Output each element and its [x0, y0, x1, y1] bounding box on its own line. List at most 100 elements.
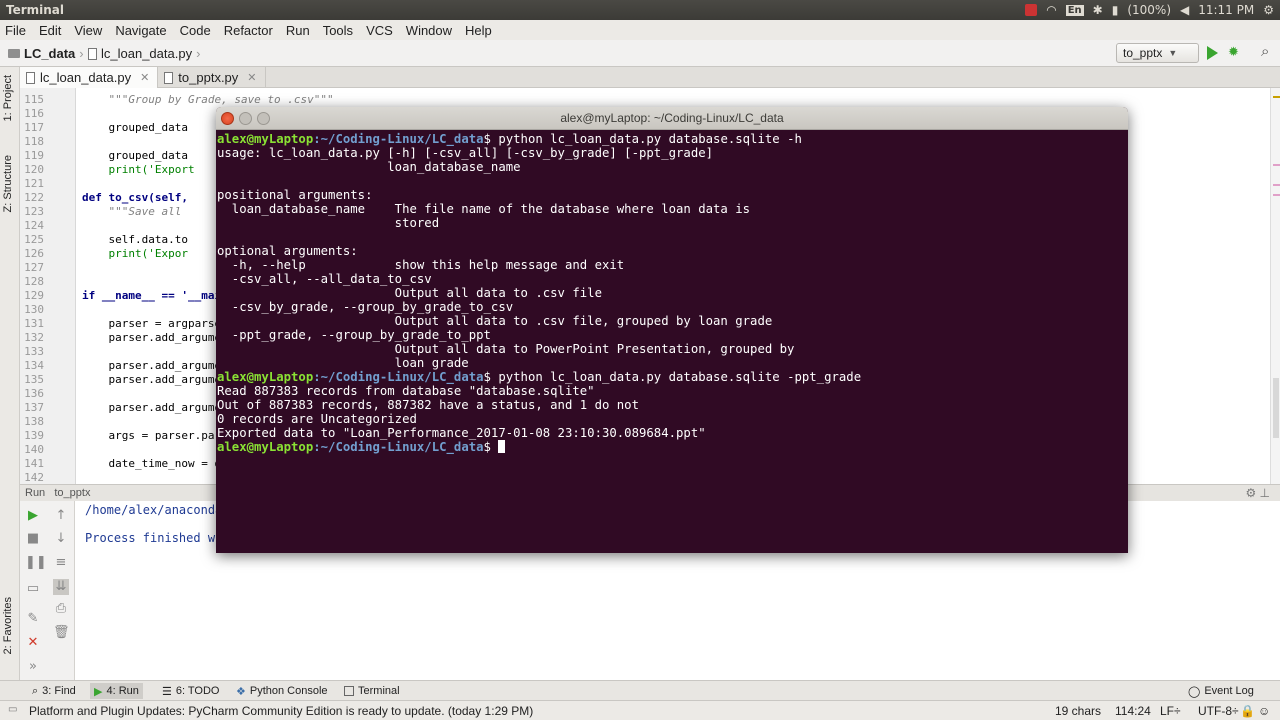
- bluetooth-icon[interactable]: ✱: [1093, 3, 1103, 17]
- terminal-tool-label: Terminal: [358, 685, 400, 697]
- terminal-icon: [344, 686, 354, 696]
- python-icon: ❖: [236, 685, 246, 698]
- terminal-output-line: 0 records are Uncategorized: [217, 412, 417, 426]
- tab-lc-loan-data[interactable]: lc_loan_data.py ✕: [20, 67, 159, 88]
- wifi-icon[interactable]: ◠: [1046, 3, 1056, 17]
- tool-window-bar: ⌕ 3: Find ▶ 4: Run ☰ 6: TODO ❖ Python Co…: [0, 680, 1280, 700]
- down-arrow-icon[interactable]: ↓: [53, 531, 69, 547]
- pause-icon[interactable]: ❚❚: [25, 555, 47, 571]
- todo-list-icon: ☰: [162, 685, 172, 698]
- line-number: 141: [24, 457, 44, 470]
- breadcrumb-file[interactable]: lc_loan_data.py ›: [88, 46, 200, 61]
- battery-level[interactable]: (100%): [1127, 3, 1171, 17]
- line-number: 126: [24, 247, 44, 260]
- error-stripe-marker[interactable]: [1273, 194, 1280, 196]
- volume-icon[interactable]: ◀: [1180, 3, 1189, 17]
- structure-tool-tab[interactable]: Z: Structure: [2, 155, 14, 212]
- line-number: 119: [24, 149, 44, 162]
- terminal-output-line: Out of 887383 records, 887382 have a sta…: [217, 398, 639, 412]
- prompt-path: :~/Coding-Linux/LC_data: [313, 440, 484, 454]
- editor-tabs: lc_loan_data.py ✕ to_pptx.py ✕: [20, 67, 1280, 88]
- record-icon[interactable]: [1025, 4, 1038, 16]
- keyboard-layout-indicator[interactable]: En: [1065, 4, 1084, 16]
- more-icon[interactable]: »: [25, 659, 41, 675]
- terminal-output-line: Read 887383 records from database "datab…: [217, 384, 595, 398]
- menu-tools[interactable]: Tools: [323, 23, 353, 38]
- find-tool-tab[interactable]: ⌕ 3: Find: [28, 683, 80, 699]
- menu-view[interactable]: View: [74, 23, 102, 38]
- restore-layout-icon[interactable]: ▭: [25, 581, 41, 597]
- close-tab-icon[interactable]: ✕: [140, 71, 149, 84]
- up-arrow-icon[interactable]: ↑: [53, 508, 69, 524]
- close-icon[interactable]: ✕: [25, 635, 41, 651]
- soft-wrap-icon[interactable]: ≡: [53, 555, 69, 571]
- inspector-icon[interactable]: ☺: [1258, 704, 1270, 718]
- menu-navigate[interactable]: Navigate: [115, 23, 166, 38]
- scrollbar-thumb[interactable]: [1273, 378, 1279, 438]
- debug-bug-icon[interactable]: ✹: [1228, 44, 1239, 60]
- prompt-path: :~/Coding-Linux/LC_data: [313, 370, 484, 384]
- active-app-title: Terminal: [6, 3, 65, 17]
- python-file-icon: [88, 47, 97, 60]
- project-tool-tab[interactable]: 1: Project: [2, 75, 14, 121]
- run-configuration-select[interactable]: to_pptx ▼: [1116, 43, 1199, 63]
- battery-icon[interactable]: ▮: [1112, 3, 1119, 17]
- caret-position[interactable]: 114:24: [1115, 704, 1151, 718]
- status-message[interactable]: Platform and Plugin Updates: PyCharm Com…: [29, 704, 533, 718]
- favorites-tool-tab[interactable]: 2: Favorites: [2, 597, 14, 654]
- trash-icon[interactable]: 🗑: [53, 625, 70, 641]
- menu-vcs[interactable]: VCS: [366, 23, 393, 38]
- chevron-right-icon: ›: [79, 46, 84, 61]
- search-icon[interactable]: ⌕: [1261, 43, 1269, 60]
- line-number: 122: [24, 191, 44, 204]
- menu-window[interactable]: Window: [406, 23, 452, 38]
- chevron-right-icon: ›: [196, 46, 201, 61]
- breadcrumb-project[interactable]: LC_data ›: [8, 46, 84, 61]
- menu-file[interactable]: File: [5, 23, 26, 38]
- terminal-cursor: [498, 440, 506, 453]
- event-log-tool-tab[interactable]: ◯ Event Log: [1184, 683, 1258, 699]
- editor-scroll-markers[interactable]: [1270, 88, 1280, 484]
- menu-help[interactable]: Help: [465, 23, 492, 38]
- python-console-label: Python Console: [249, 685, 328, 697]
- pin-icon[interactable]: ✎: [25, 611, 41, 627]
- code-line: date_time_now = d: [82, 457, 222, 470]
- status-icon[interactable]: ▭: [8, 704, 17, 715]
- todo-tool-tab[interactable]: ☰ 6: TODO: [158, 683, 223, 699]
- clock[interactable]: 11:11 PM: [1198, 3, 1254, 17]
- encoding-select[interactable]: UTF-8÷: [1198, 704, 1239, 718]
- close-tab-icon[interactable]: ✕: [247, 71, 256, 84]
- rerun-icon[interactable]: ▶: [25, 508, 41, 524]
- breadcrumb-project-label: LC_data: [24, 46, 76, 61]
- tab-to-pptx[interactable]: to_pptx.py ✕: [158, 67, 266, 88]
- settings-gear-icon[interactable]: ⚙: [1263, 3, 1274, 17]
- error-stripe-marker[interactable]: [1273, 184, 1280, 186]
- terminal-title: alex@myLaptop: ~/Coding-Linux/LC_data: [560, 111, 784, 125]
- menu-code[interactable]: Code: [180, 23, 211, 38]
- terminal-output[interactable]: alex@myLaptop:~/Coding-Linux/LC_data$ py…: [216, 131, 1128, 553]
- terminal-title-bar[interactable]: alex@myLaptop: ~/Coding-Linux/LC_data: [216, 107, 1128, 130]
- menu-refactor[interactable]: Refactor: [224, 23, 273, 38]
- event-log-label: Event Log: [1204, 685, 1254, 697]
- stop-icon[interactable]: ■: [25, 531, 41, 547]
- error-stripe-marker[interactable]: [1273, 96, 1280, 98]
- scroll-to-end-icon[interactable]: ⇊: [53, 579, 69, 595]
- menu-edit[interactable]: Edit: [39, 23, 61, 38]
- run-panel-settings-icon[interactable]: ⚙ ⊥: [1245, 486, 1270, 500]
- run-config-name: to_pptx: [54, 487, 91, 499]
- run-icon[interactable]: [1207, 46, 1218, 60]
- terminal-output-line: -csv_by_grade, --group_by_grade_to_csv: [217, 300, 514, 314]
- line-separator-select[interactable]: LF÷: [1160, 704, 1181, 718]
- run-tool-tab[interactable]: ▶ 4: Run: [90, 683, 143, 699]
- print-icon[interactable]: ⎙: [53, 601, 69, 617]
- terminal-window[interactable]: alex@myLaptop: ~/Coding-Linux/LC_data al…: [216, 107, 1128, 553]
- python-console-tool-tab[interactable]: ❖ Python Console: [232, 683, 332, 699]
- lock-icon[interactable]: 🔒: [1240, 704, 1255, 718]
- run-label: Run: [25, 487, 46, 499]
- status-bar: ▭ Platform and Plugin Updates: PyCharm C…: [0, 700, 1280, 720]
- folder-icon: [8, 49, 20, 58]
- menu-run[interactable]: Run: [286, 23, 310, 38]
- terminal-tool-tab[interactable]: Terminal: [340, 683, 404, 699]
- error-stripe-marker[interactable]: [1273, 164, 1280, 166]
- line-number: 136: [24, 387, 44, 400]
